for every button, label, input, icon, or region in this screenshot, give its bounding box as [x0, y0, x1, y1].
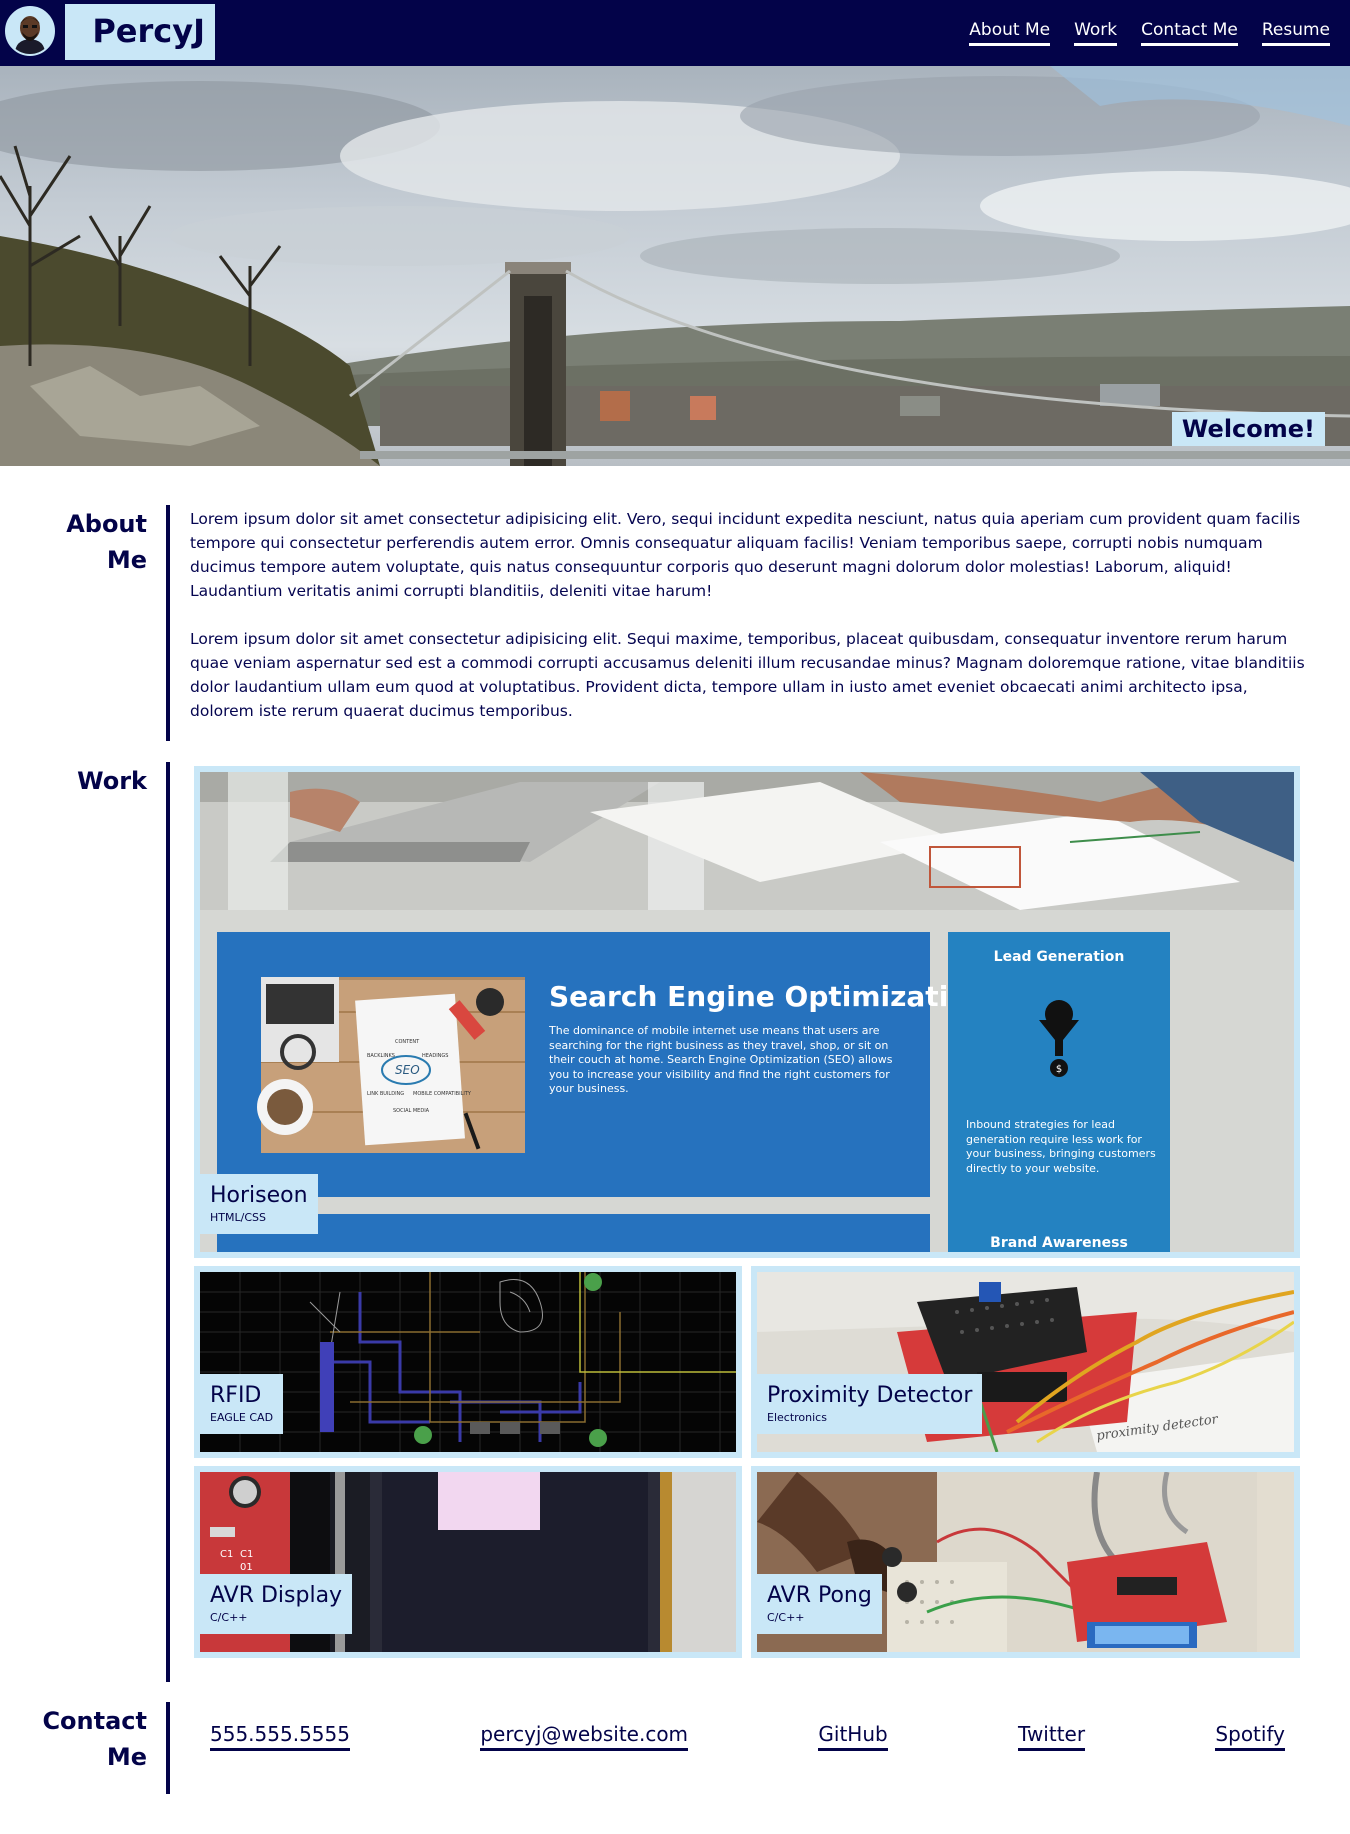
contact-twitter-link[interactable]: Twitter	[1018, 1722, 1086, 1751]
hero-image: Welcome!	[0, 66, 1350, 466]
about-paragraph-1: Lorem ipsum dolor sit amet consectetur a…	[190, 510, 1301, 600]
nav-contact-me[interactable]: Contact Me	[1141, 20, 1238, 46]
seo-notebook-word: CONTENT	[395, 1039, 420, 1045]
contact-links: 555.555.5555 percyj@website.com GitHub T…	[210, 1722, 1285, 1751]
project-card-avr-display[interactable]: C1 C1 01 AVR Display C/C++	[194, 1466, 742, 1658]
project-tech: C/C++	[767, 1611, 805, 1624]
svg-text:$: $	[1056, 1064, 1062, 1075]
contact-divider	[166, 1702, 170, 1794]
project-label: AVR Pong C/C++	[757, 1574, 882, 1634]
site-header: PercyJ About Me Work Contact Me Resume	[0, 0, 1350, 66]
seo-title: Search Engine Optimization	[549, 980, 987, 1013]
seo-notebook-word: SEO	[395, 1063, 420, 1077]
lead-generation-title: Lead Generation	[994, 949, 1125, 965]
seo-notebook-word: HEADINGS	[422, 1053, 448, 1059]
project-name: Proximity Detector	[767, 1383, 973, 1408]
avatar	[5, 6, 55, 56]
site-brand[interactable]: PercyJ	[65, 4, 215, 60]
welcome-banner: Welcome!	[1171, 412, 1325, 446]
project-label: Proximity Detector Electronics	[757, 1374, 983, 1434]
seo-notebook-word: SOCIAL MEDIA	[393, 1108, 430, 1114]
contact-phone-link[interactable]: 555.555.5555	[210, 1722, 350, 1751]
project-tech: EAGLE CAD	[210, 1411, 274, 1424]
about-paragraph-2: Lorem ipsum dolor sit amet consectetur a…	[190, 630, 1305, 720]
main-nav: About Me Work Contact Me Resume	[969, 20, 1330, 46]
about-title: About Me	[66, 506, 147, 578]
seo-notebook-word: BACKLINKS	[367, 1053, 395, 1059]
project-card-avr-pong[interactable]: AVR Pong C/C++	[751, 1466, 1300, 1658]
board-label: C1	[240, 1549, 253, 1560]
horiseon-screenshot: SEO CONTENT BACKLINKS HEADINGS LINK BUIL…	[200, 772, 1294, 1252]
project-name: AVR Pong	[767, 1583, 872, 1608]
work-divider	[166, 762, 170, 1682]
project-label: Horiseon HTML/CSS	[200, 1174, 318, 1234]
contact-title-line1: Contact	[42, 1707, 147, 1735]
board-label: 01	[240, 1562, 253, 1573]
about-title-line2: Me	[106, 546, 147, 574]
about-divider	[166, 505, 170, 741]
work-title: Work	[77, 767, 147, 795]
project-tech: C/C++	[210, 1611, 248, 1624]
seo-notebook-word: LINK BUILDING	[367, 1091, 404, 1097]
nav-resume[interactable]: Resume	[1261, 20, 1330, 46]
project-name: RFID	[210, 1383, 262, 1408]
contact-title: Contact Me	[42, 1703, 147, 1775]
project-card-proximity-detector[interactable]: proximity detector Proximity Detector El…	[751, 1266, 1300, 1458]
project-label: RFID EAGLE CAD	[200, 1374, 284, 1434]
seo-body: The dominance of mobile internet use mea…	[549, 1024, 893, 1095]
nav-work[interactable]: Work	[1074, 20, 1118, 46]
about-title-line1: About	[66, 510, 147, 538]
nav-about-me[interactable]: About Me	[969, 20, 1051, 46]
project-card-horiseon[interactable]: SEO CONTENT BACKLINKS HEADINGS LINK BUIL…	[194, 766, 1300, 1258]
contact-email-link[interactable]: percyj@website.com	[480, 1722, 689, 1751]
board-label: C1	[220, 1549, 233, 1560]
project-label: AVR Display C/C++	[200, 1574, 353, 1634]
lead-generation-body: Inbound strategies for lead generation r…	[966, 1118, 1156, 1175]
about-text: Lorem ipsum dolor sit amet consectetur a…	[190, 507, 1305, 747]
brand-awareness-title: Brand Awareness	[990, 1235, 1128, 1251]
project-name: Horiseon	[210, 1183, 308, 1208]
project-name: AVR Display	[210, 1583, 343, 1608]
seo-notebook-word: MOBILE COMPATIBILITY	[413, 1091, 472, 1097]
contact-github-link[interactable]: GitHub	[818, 1722, 888, 1751]
contact-title-line2: Me	[106, 1743, 147, 1771]
contact-spotify-link[interactable]: Spotify	[1215, 1722, 1285, 1751]
project-card-rfid[interactable]: RFID EAGLE CAD	[194, 1266, 742, 1458]
project-tech: Electronics	[767, 1411, 827, 1424]
project-tech: HTML/CSS	[210, 1211, 266, 1224]
